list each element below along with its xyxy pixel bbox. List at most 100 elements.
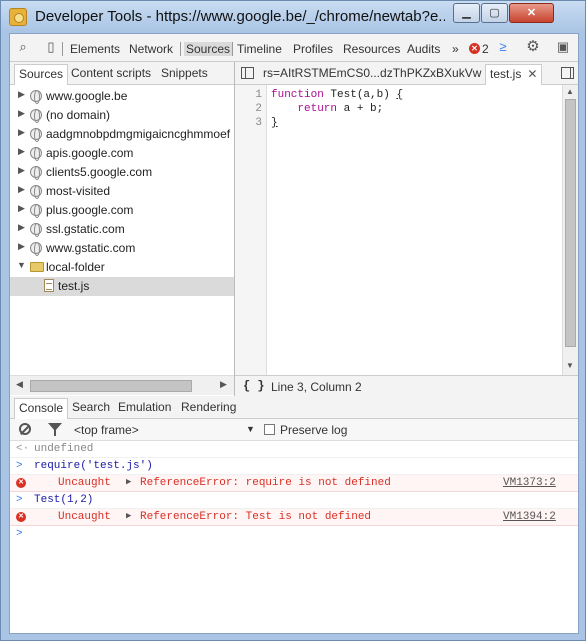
collapse-arrow-icon[interactable]: ▼ — [17, 260, 27, 270]
tab-elements[interactable]: Elements — [70, 42, 120, 56]
console-prompt-line[interactable]: > — [10, 526, 578, 543]
code-editor[interactable]: 1 2 3 function Test(a,b) { return a + b;… — [235, 85, 578, 375]
tab-rendering[interactable]: Rendering — [181, 400, 236, 414]
clear-console-icon[interactable] — [19, 423, 31, 435]
code-brace: { — [396, 89, 404, 101]
globe-icon — [30, 223, 42, 237]
device-mode-icon[interactable]: ▯ — [44, 40, 58, 54]
tab-content-scripts[interactable]: Content scripts — [71, 66, 151, 80]
pretty-print-icon[interactable]: { } — [243, 379, 265, 393]
tree-item-domain[interactable]: ▶ apis.google.com — [10, 144, 234, 163]
tree-item-domain[interactable]: ▶ plus.google.com — [10, 201, 234, 220]
close-icon[interactable]: ✕ — [527, 67, 537, 81]
tree-item-domain[interactable]: ▶ www.gstatic.com — [10, 239, 234, 258]
frame-select[interactable]: <top frame> — [74, 423, 254, 437]
console-text: require('test.js') — [34, 460, 153, 472]
expand-arrow-icon[interactable]: ▶ — [18, 203, 28, 214]
tab-resources[interactable]: Resources — [343, 42, 400, 56]
folder-icon — [30, 262, 44, 272]
editor-tab-minified[interactable]: rs=AItRSTMEmCS0...dzThPKZxBXukVw — [263, 66, 481, 80]
devtools-panel: ⌕ ▯ Elements Network Sources Timeline Pr… — [9, 33, 579, 634]
tab-timeline[interactable]: Timeline — [237, 42, 282, 56]
tree-item-file[interactable]: test.js — [10, 277, 234, 296]
tree-item-domain[interactable]: ▶ most-visited — [10, 182, 234, 201]
line-number[interactable]: 3 — [255, 117, 262, 129]
devtools-window: Developer Tools - https://www.google.be/… — [0, 0, 586, 641]
expand-arrow-icon[interactable]: ▶ — [18, 184, 28, 195]
tab-sources[interactable]: Sources — [184, 42, 233, 56]
tree-item-domain[interactable]: ▶ www.google.be — [10, 87, 234, 106]
scroll-right-icon[interactable]: ▶ — [220, 379, 227, 390]
navigator-scrollbar[interactable]: ◀ ▶ — [10, 375, 234, 395]
navigator-tabs: Sources Content scripts Snippets — [10, 62, 234, 85]
toolbar-divider — [180, 42, 181, 56]
tree-item-domain[interactable]: ▶ (no domain) — [10, 106, 234, 125]
tab-emulation[interactable]: Emulation — [118, 400, 171, 414]
preserve-log-label[interactable]: Preserve log — [280, 423, 347, 437]
debugger-sidebar-toggle-icon[interactable] — [561, 67, 574, 79]
tab-profiles[interactable]: Profiles — [293, 42, 333, 56]
expand-arrow-icon[interactable]: ▶ — [18, 89, 28, 100]
editor-tab-test-js[interactable]: test.js ✕ — [485, 64, 543, 85]
dock-toggle-icon[interactable]: ▣ — [556, 40, 570, 54]
scroll-thumb[interactable] — [30, 380, 192, 392]
error-count[interactable]: 2 — [482, 42, 489, 56]
minimize-button[interactable]: ▁ — [453, 3, 480, 23]
line-number[interactable]: 2 — [255, 103, 262, 115]
filter-icon[interactable] — [48, 423, 62, 436]
code-keyword: return — [297, 103, 338, 115]
expand-triangle-icon[interactable]: ▶ — [126, 477, 131, 487]
line-gutter[interactable]: 1 2 3 — [235, 85, 267, 375]
code-keyword: function — [271, 89, 324, 101]
close-button[interactable]: ✕ — [509, 3, 554, 23]
scroll-down-icon[interactable]: ▼ — [566, 361, 574, 370]
tree-item-domain[interactable]: ▶ clients5.google.com — [10, 163, 234, 182]
expand-arrow-icon[interactable]: ▶ — [18, 165, 28, 176]
error-count-icon[interactable]: ✕ — [469, 43, 480, 54]
line-number[interactable]: 1 — [255, 89, 262, 101]
scroll-left-icon[interactable]: ◀ — [16, 379, 23, 390]
error-message: ReferenceError: Test is not defined — [140, 511, 372, 523]
code-line: } — [271, 117, 278, 129]
source-link[interactable]: VM1373:2 — [503, 477, 556, 489]
editor-status-bar: { } Line 3, Column 2 — [235, 375, 578, 396]
input-prompt-icon: > — [16, 494, 23, 506]
expand-arrow-icon[interactable]: ▶ — [18, 241, 28, 252]
tree-item-domain[interactable]: ▶ aadgmnobpdmgmigaicncghmmoef — [10, 125, 234, 144]
toolbar-divider — [62, 42, 63, 56]
scroll-up-icon[interactable]: ▲ — [566, 87, 574, 96]
tree-item-domain[interactable]: ▶ ssl.gstatic.com — [10, 220, 234, 239]
chevron-down-icon[interactable]: ▼ — [246, 424, 255, 434]
maximize-button[interactable]: ▢ — [481, 3, 508, 23]
expand-triangle-icon[interactable]: ▶ — [126, 511, 131, 521]
editor-scrollbar[interactable]: ▲ ▼ — [562, 85, 578, 375]
tree-item-folder[interactable]: ▼ local-folder — [10, 258, 234, 277]
tab-console[interactable]: Console — [14, 398, 69, 419]
tab-snippets[interactable]: Snippets — [161, 66, 208, 80]
expand-arrow-icon[interactable]: ▶ — [18, 108, 28, 119]
scroll-thumb[interactable] — [565, 99, 576, 347]
editor-tab-label: test.js — [490, 67, 522, 81]
expand-arrow-icon[interactable]: ▶ — [18, 146, 28, 157]
inspect-element-icon[interactable]: ⌕ — [16, 40, 30, 54]
expand-arrow-icon[interactable]: ▶ — [18, 127, 28, 138]
tree-item-label: most-visited — [46, 184, 111, 198]
tab-audits[interactable]: Audits — [407, 42, 440, 56]
console-text: undefined — [34, 443, 94, 455]
gear-icon[interactable]: ⚙ — [526, 39, 540, 54]
tab-search[interactable]: Search — [72, 400, 110, 414]
source-link[interactable]: VM1394:2 — [503, 511, 556, 523]
navigator-toggle-icon[interactable] — [241, 67, 254, 79]
expand-arrow-icon[interactable]: ▶ — [18, 222, 28, 233]
tree-item-label: ssl.gstatic.com — [46, 222, 125, 236]
more-tabs-button[interactable]: » — [452, 42, 459, 56]
tab-network[interactable]: Network — [129, 42, 173, 56]
console-messages[interactable]: <· undefined > require('test.js') ✕ Unca… — [10, 441, 578, 633]
console-text: Test(1,2) — [34, 494, 94, 506]
console-drawer: Console Search Emulation Rendering <top … — [10, 396, 578, 633]
tab-sources-navigator[interactable]: Sources — [14, 64, 69, 85]
globe-icon — [30, 185, 42, 199]
title-bar[interactable]: Developer Tools - https://www.google.be/… — [1, 1, 585, 33]
show-console-icon[interactable]: ≥ — [496, 40, 510, 54]
preserve-log-checkbox[interactable] — [264, 424, 275, 435]
